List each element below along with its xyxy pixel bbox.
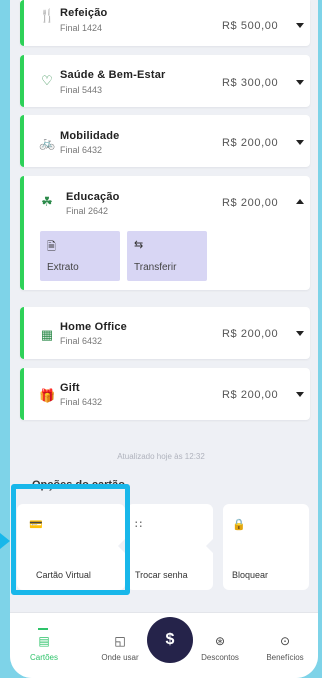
change-password-label: Trocar senha [135,570,188,580]
change-password-option[interactable]: ∷ Trocar senha [127,504,214,590]
block-label: Bloquear [232,570,269,580]
card-accent-bar [20,55,24,107]
transferir-label: Transferir [134,262,177,273]
discount-icon: ⊛ [214,634,226,648]
tab-label: Descontos [201,653,239,662]
card-amount: R$ 500,00 [222,20,279,32]
card-subtitle: Final 6432 [60,145,103,155]
card-title: Mobilidade [60,130,120,142]
benefit-card-saude[interactable]: ♡ Saúde & Bem-Estar Final 5443 R$ 300,00 [20,55,310,107]
chevron-up-icon[interactable] [296,199,304,204]
card-amount: R$ 200,00 [222,197,279,209]
bike-icon: 🚲 [39,135,56,150]
lock-icon: 🔒 [232,519,246,531]
transfer-icon: ⇆ [134,239,144,251]
cards-icon: ▤ [38,634,50,648]
card-title: Educação [66,191,120,203]
card-accent-bar [20,115,24,167]
tab-descontos[interactable]: ⊛ Descontos [190,633,250,662]
pointer-arrow [0,533,10,549]
chevron-down-icon[interactable] [296,23,304,28]
map-icon: ◱ [114,634,126,648]
benefit-card-mobilidade[interactable]: 🚲 Mobilidade Final 6432 R$ 200,00 [20,115,310,167]
tab-label: Onde usar [101,653,139,662]
card-amount: R$ 300,00 [222,77,279,89]
card-subtitle: Final 1424 [60,23,103,33]
card-accent-bar [20,307,24,359]
dollar-button[interactable]: $ [147,617,193,663]
meal-icon: 🍴 [39,8,56,23]
chevron-down-icon[interactable] [296,140,304,145]
block-option[interactable]: 🔒 Bloquear [223,504,309,590]
highlight-box [11,484,130,595]
education-icon: ☘ [41,194,53,209]
card-title: Saúde & Bem-Estar [60,69,166,81]
card-subtitle: Final 5443 [60,85,103,95]
extrato-label: Extrato [47,262,79,273]
card-title: Home Office [60,321,127,333]
card-title: Gift [60,382,80,394]
gift-icon: 🎁 [39,388,56,403]
benefits-icon: ⊙ [279,634,291,648]
chevron-down-icon[interactable] [296,392,304,397]
keypad-icon: ∷ [135,519,142,531]
card-subtitle: Final 2642 [66,206,109,216]
health-icon: ♡ [41,73,53,88]
notch-decoration [206,538,214,554]
benefit-card-gift[interactable]: 🎁 Gift Final 6432 R$ 200,00 [20,368,310,420]
benefit-card-educacao[interactable]: ☘ Educação Final 2642 R$ 200,00 🗎 Extrat… [20,176,310,290]
card-amount: R$ 200,00 [222,389,279,401]
active-tab-indicator [38,628,48,630]
card-accent-bar [20,368,24,420]
transferir-button[interactable]: ⇆ Transferir [127,231,207,281]
tab-beneficios[interactable]: ⊙ Benefícios [255,633,315,662]
card-subtitle: Final 6432 [60,397,103,407]
chevron-down-icon[interactable] [296,80,304,85]
tab-label: Cartões [29,653,58,662]
extrato-button[interactable]: 🗎 Extrato [40,231,120,281]
tab-cartoes[interactable]: ▤ Cartões [14,633,74,662]
card-subtitle: Final 6432 [60,336,103,346]
tab-onde-usar[interactable]: ◱ Onde usar [90,633,150,662]
tab-label: Benefícios [266,653,304,662]
updated-timestamp: Atualizado hoje às 12:32 [117,452,205,461]
card-accent-bar [20,0,24,46]
card-amount: R$ 200,00 [222,328,279,340]
card-title: Refeição [60,7,108,19]
card-accent-bar [20,176,24,290]
benefit-card-home-office[interactable]: ▦ Home Office Final 6432 R$ 200,00 [20,307,310,359]
benefit-card-refeicao[interactable]: 🍴 Refeição Final 1424 R$ 500,00 [20,0,310,46]
card-amount: R$ 200,00 [222,137,279,149]
building-icon: ▦ [40,327,54,342]
document-icon: 🗎 [47,241,56,253]
chevron-down-icon[interactable] [296,331,304,336]
